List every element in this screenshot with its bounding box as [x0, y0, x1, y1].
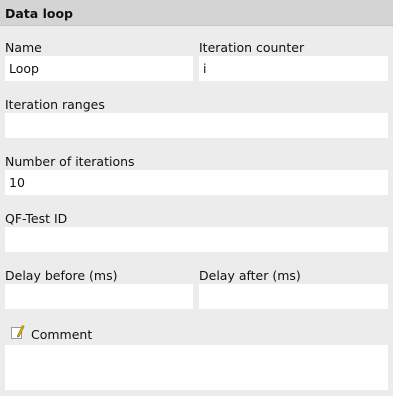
iteration-ranges-field[interactable]	[5, 113, 388, 138]
qftest-id-field[interactable]	[5, 227, 388, 252]
delay-after-field[interactable]	[199, 284, 388, 309]
iteration-counter-label: Iteration counter	[199, 40, 305, 55]
pencil-note-icon	[11, 324, 25, 339]
iteration-counter-field[interactable]: i	[199, 56, 388, 81]
delay-after-label: Delay after (ms)	[199, 268, 301, 283]
number-of-iterations-field[interactable]: 10	[5, 170, 388, 195]
delay-before-label: Delay before (ms)	[5, 268, 118, 283]
iteration-ranges-label: Iteration ranges	[5, 97, 105, 112]
delay-before-field[interactable]	[5, 284, 193, 309]
comment-label: Comment	[31, 327, 93, 342]
number-of-iterations-label: Number of iterations	[5, 154, 135, 169]
panel-title: Data loop	[5, 6, 73, 21]
panel-titlebar: Data loop	[0, 0, 393, 26]
comment-textarea[interactable]	[5, 345, 388, 390]
name-label: Name	[5, 40, 42, 55]
qftest-id-label: QF-Test ID	[5, 211, 68, 226]
name-field[interactable]: Loop	[5, 56, 193, 81]
